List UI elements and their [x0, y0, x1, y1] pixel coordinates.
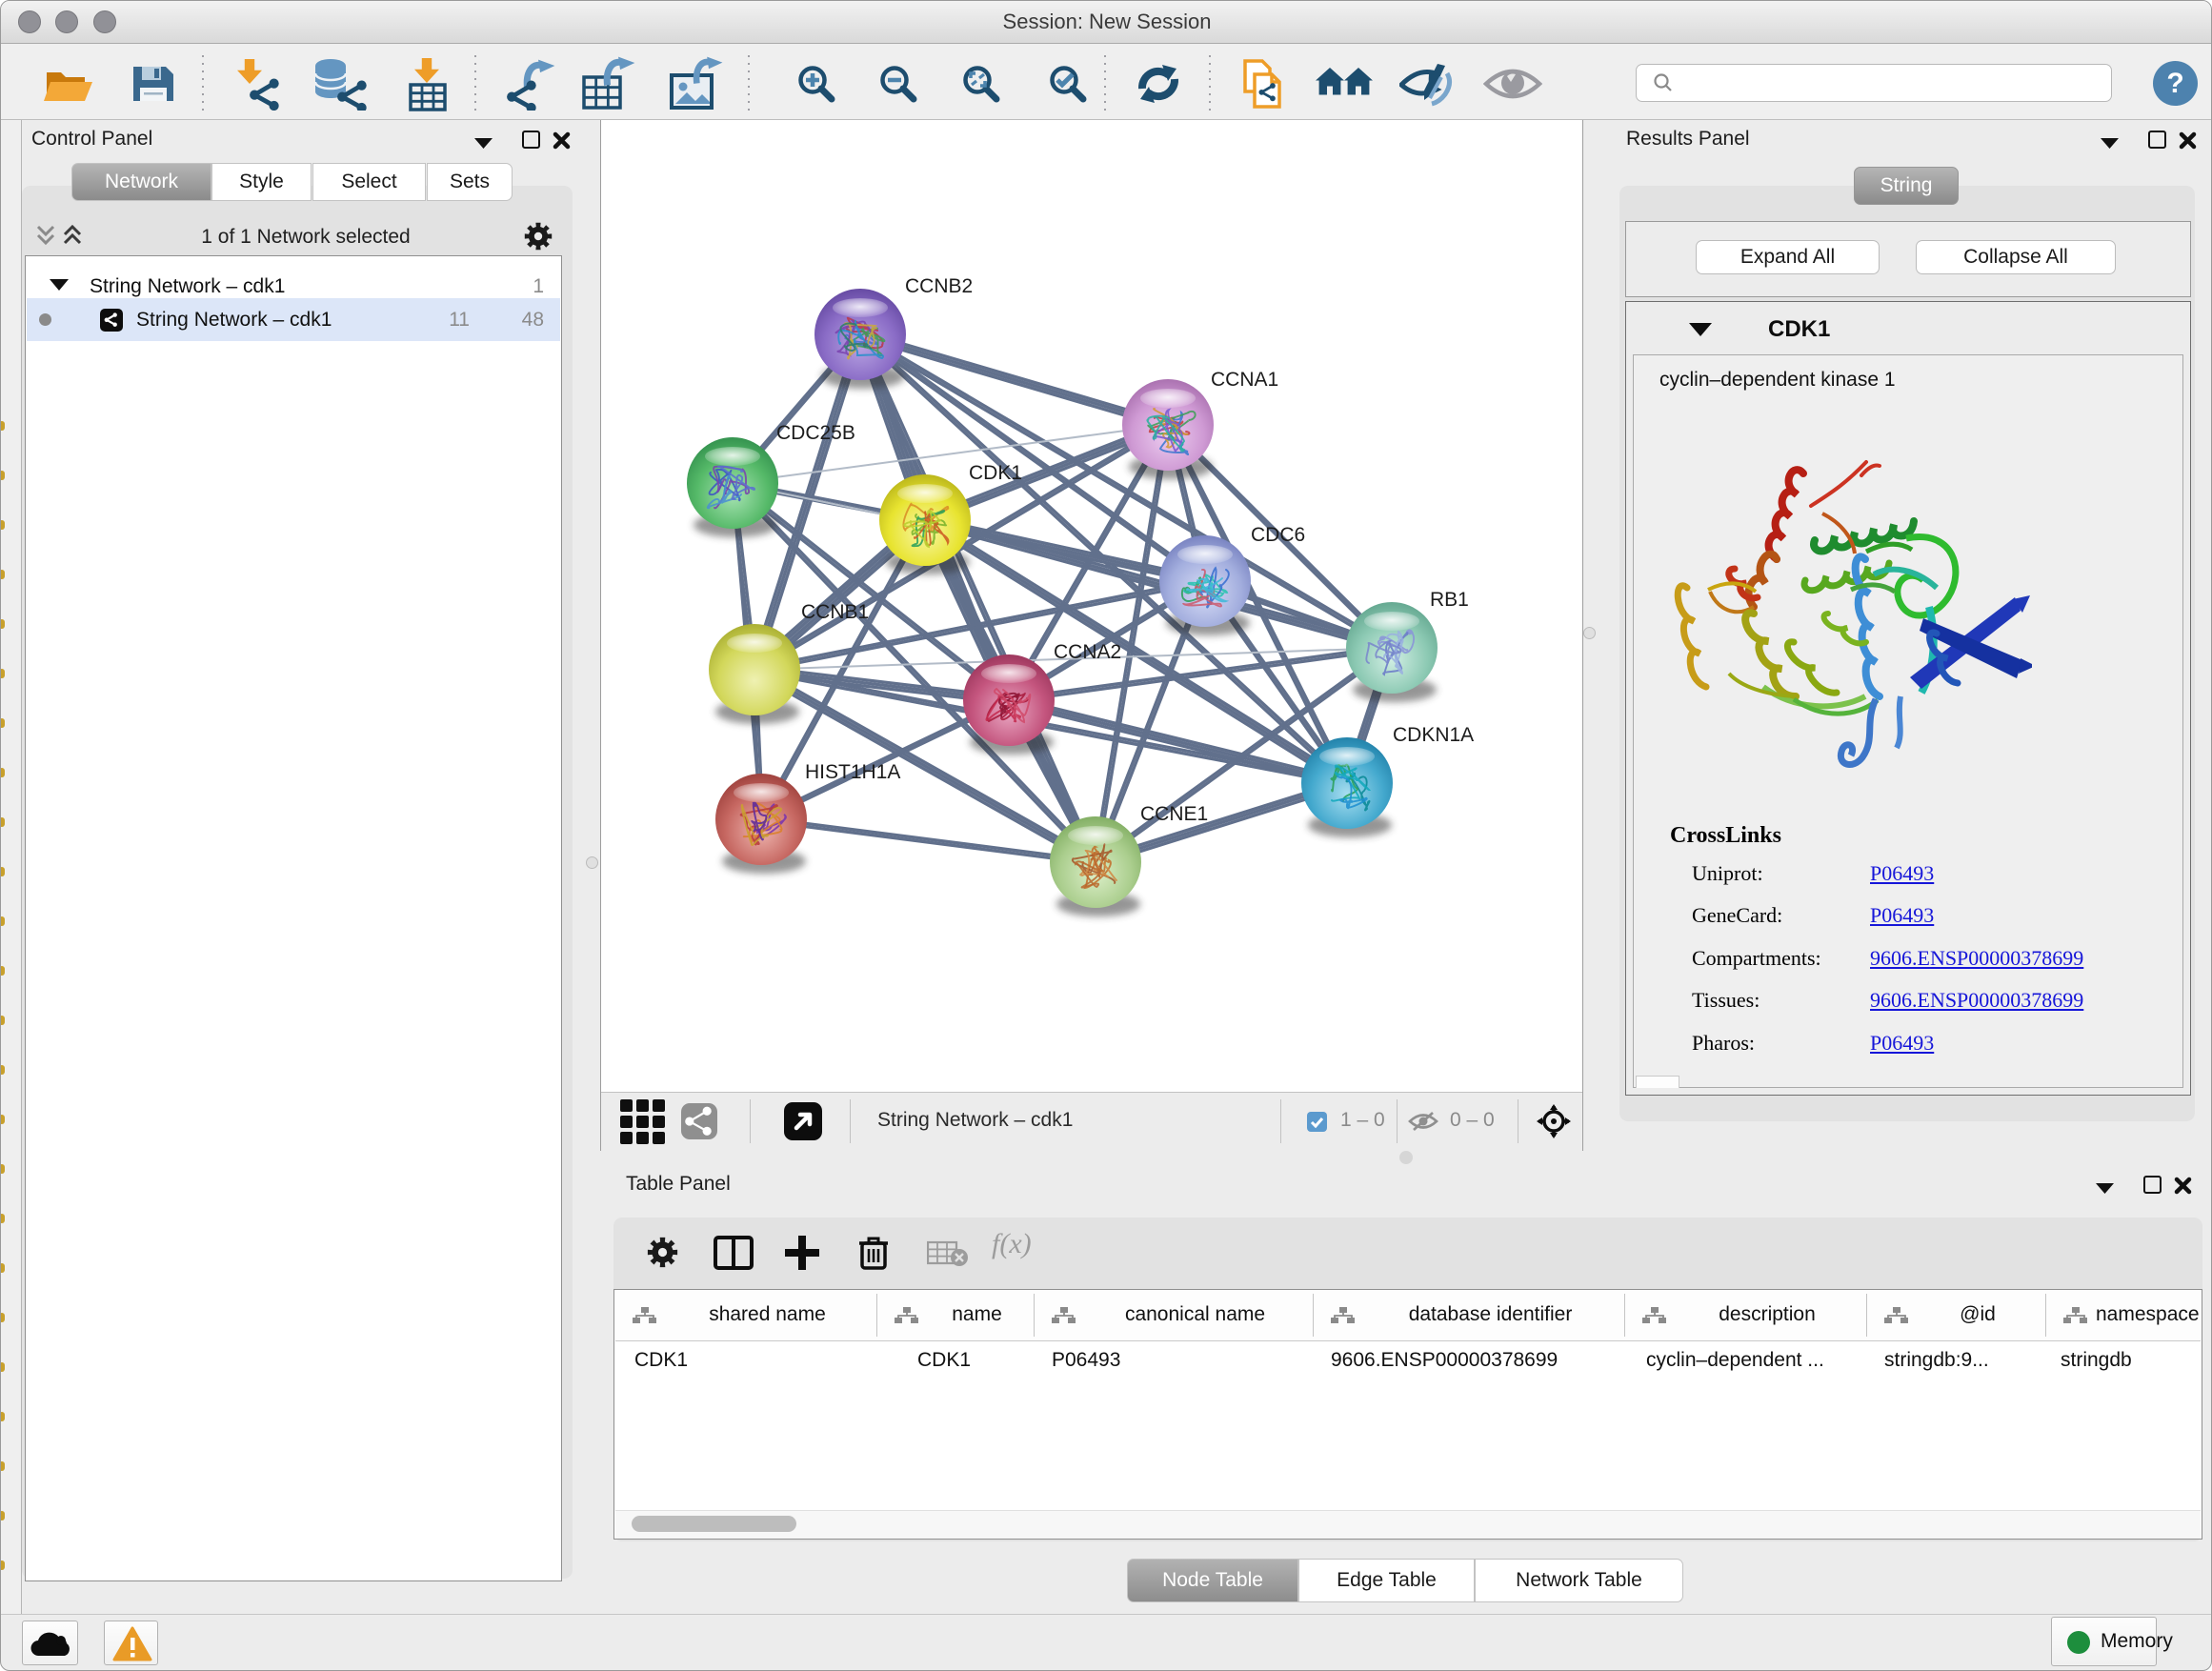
svg-text:HIST1H1A: HIST1H1A: [805, 761, 900, 783]
svg-text:RB1: RB1: [1430, 589, 1469, 611]
svg-text:CDC6: CDC6: [1251, 524, 1305, 546]
svg-text:CCNB1: CCNB1: [801, 601, 869, 623]
svg-text:CCNE1: CCNE1: [1140, 803, 1208, 825]
svg-text:CCNA2: CCNA2: [1054, 641, 1121, 663]
svg-text:CDKN1A: CDKN1A: [1393, 724, 1474, 746]
svg-text:CDK1: CDK1: [969, 462, 1022, 484]
svg-text:CDC25B: CDC25B: [776, 422, 855, 444]
svg-text:CCNB2: CCNB2: [905, 275, 973, 297]
svg-text:CCNA1: CCNA1: [1211, 369, 1278, 391]
